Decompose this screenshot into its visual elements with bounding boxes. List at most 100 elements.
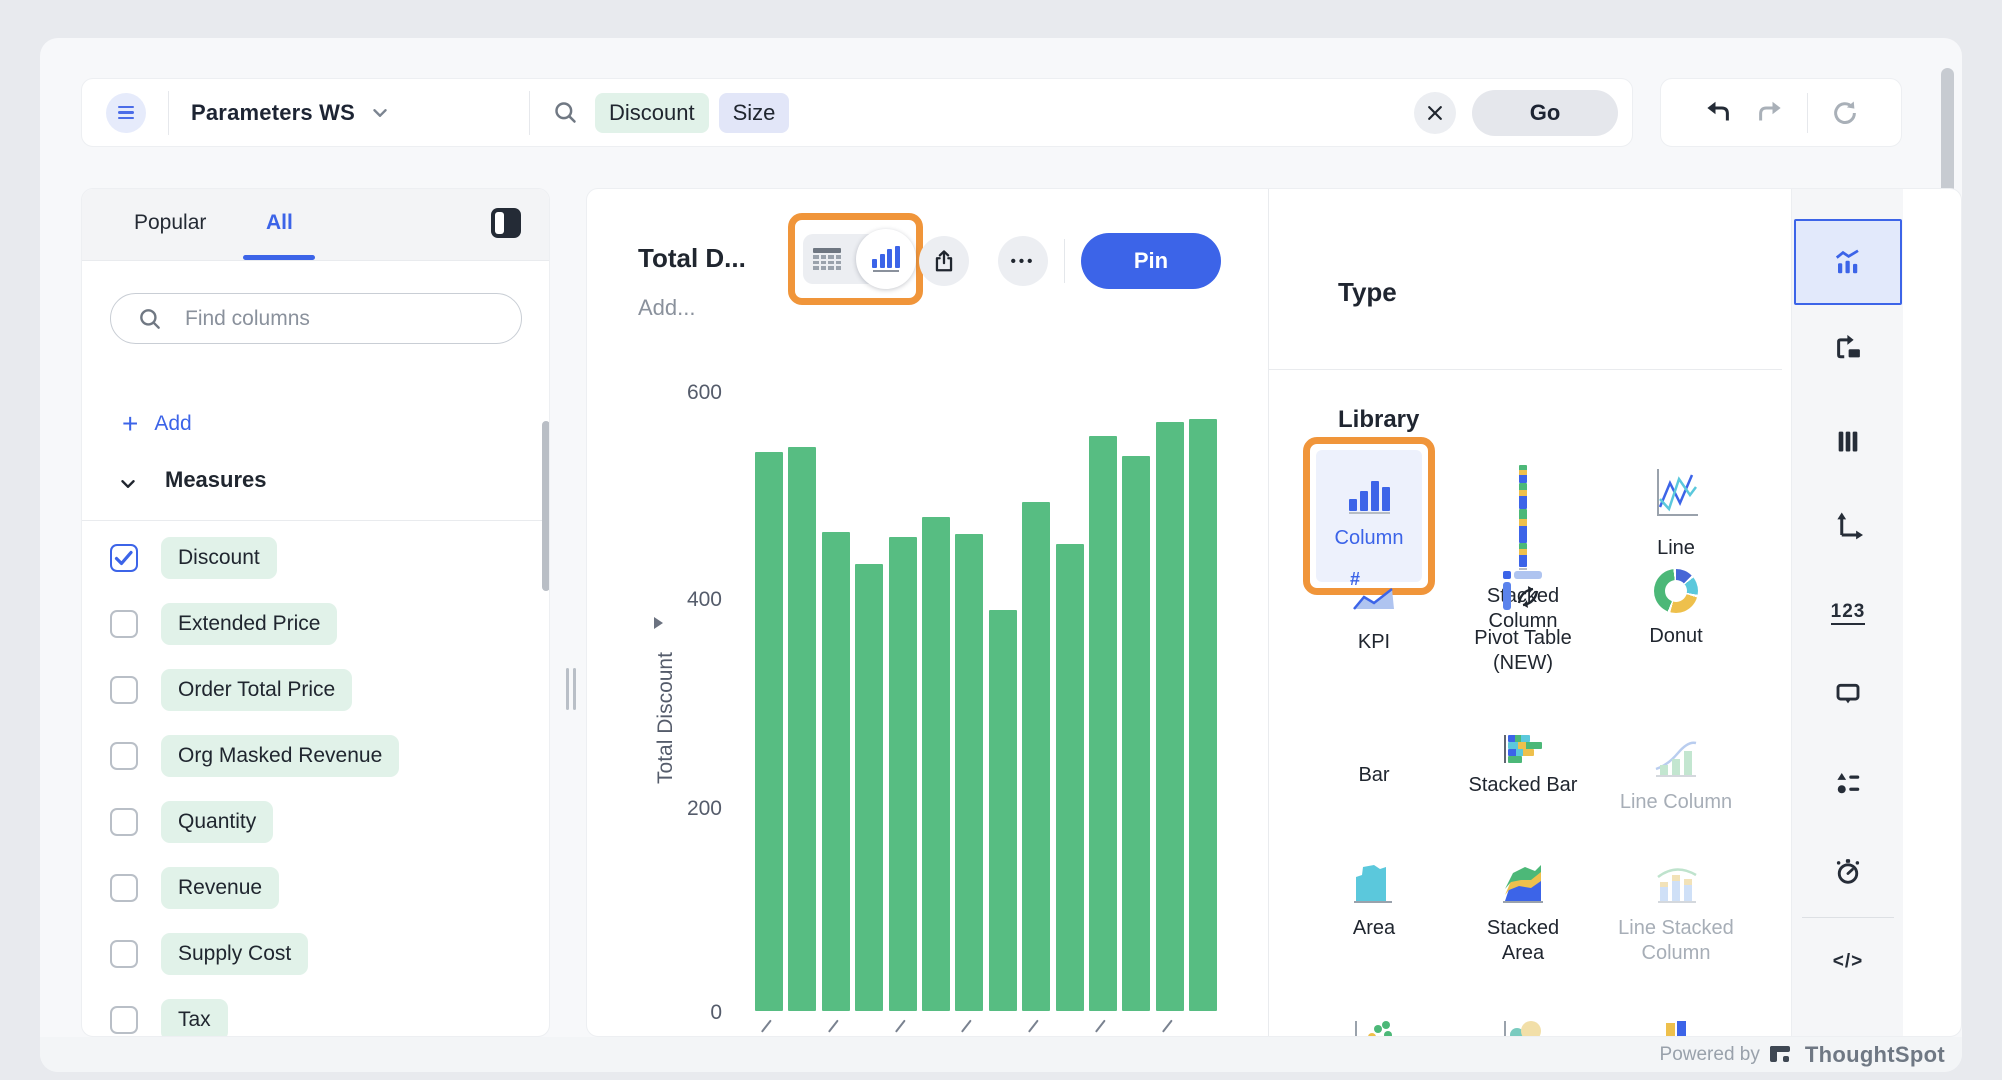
search-token-size[interactable]: Size xyxy=(719,93,790,133)
tab-popular[interactable]: Popular xyxy=(134,211,206,235)
pin-button[interactable]: Pin xyxy=(1081,233,1221,289)
bar[interactable] xyxy=(1122,456,1150,1011)
checkbox-unchecked[interactable] xyxy=(110,1006,138,1034)
divider xyxy=(529,91,530,135)
ellipsis-icon: ••• xyxy=(1011,253,1036,270)
more-options-button[interactable]: ••• xyxy=(998,236,1048,286)
bar[interactable] xyxy=(1189,419,1217,1011)
bar[interactable] xyxy=(1056,544,1084,1011)
search-icon xyxy=(137,306,163,332)
library-item-bubble-partial[interactable] xyxy=(1448,1021,1598,1037)
answer-subtitle[interactable]: Add... xyxy=(638,295,695,321)
library-item-line[interactable]: Line xyxy=(1601,465,1751,561)
library-item-stacked-area[interactable]: StackedArea xyxy=(1448,861,1598,966)
rail-axes-button[interactable] xyxy=(1792,482,1904,568)
measure-label[interactable]: Extended Price xyxy=(161,603,337,645)
measure-row: Org Masked Revenue xyxy=(82,730,549,786)
measure-label[interactable]: Tax xyxy=(161,999,228,1037)
app-window: Parameters WS Discount Size Go xyxy=(40,38,1962,1072)
checkbox-unchecked[interactable] xyxy=(110,742,138,770)
library-item-donut[interactable]: Donut xyxy=(1601,569,1751,649)
library-item-line-stacked-column[interactable]: Line StackedColumn xyxy=(1601,861,1751,966)
axis-expand-arrow-icon[interactable] xyxy=(654,617,663,629)
measure-label[interactable]: Revenue xyxy=(161,867,279,909)
share-button[interactable] xyxy=(919,236,969,286)
library-item-line-column[interactable]: Line Column xyxy=(1601,735,1751,815)
bar[interactable] xyxy=(1022,502,1050,1011)
hamburger-menu-button[interactable] xyxy=(106,93,146,133)
bar[interactable] xyxy=(889,537,917,1011)
find-columns-input[interactable]: Find columns xyxy=(110,293,522,344)
checkbox-unchecked[interactable] xyxy=(110,676,138,704)
bar[interactable] xyxy=(989,610,1017,1011)
stacked-bar-chart-icon xyxy=(1504,735,1542,763)
library-item-bar[interactable]: Bar xyxy=(1299,735,1449,788)
rail-swap-axes-button[interactable] xyxy=(1792,305,1904,391)
rail-embed-code-button[interactable]: </> xyxy=(1792,919,1904,1005)
bar[interactable] xyxy=(922,517,950,1011)
redo-button[interactable] xyxy=(1755,98,1785,128)
rail-columns-button[interactable] xyxy=(1792,398,1904,484)
bar[interactable] xyxy=(755,452,783,1011)
chart-view-toggle-selected[interactable] xyxy=(856,229,916,289)
bar[interactable] xyxy=(1156,422,1184,1011)
add-column-button[interactable]: + Add xyxy=(122,411,192,437)
bar[interactable] xyxy=(1089,436,1117,1011)
measure-label[interactable]: Order Total Price xyxy=(161,669,352,711)
checkbox-unchecked[interactable] xyxy=(110,874,138,902)
rail-timer-button[interactable] xyxy=(1792,828,1904,914)
library-item-area[interactable]: Area xyxy=(1299,861,1449,941)
bar[interactable] xyxy=(855,564,883,1011)
measure-label[interactable]: Supply Cost xyxy=(161,933,308,975)
measure-label[interactable]: Org Masked Revenue xyxy=(161,735,399,777)
answer-card: Total D... Add... ••• xyxy=(586,188,1962,1037)
search-token-discount[interactable]: Discount xyxy=(595,93,709,133)
collapse-panel-icon[interactable] xyxy=(491,208,521,238)
rail-chart-config-button[interactable] xyxy=(1794,219,1902,305)
library-item-scatter-partial[interactable] xyxy=(1299,1021,1449,1037)
measure-label[interactable]: Quantity xyxy=(161,801,273,843)
close-icon xyxy=(1425,103,1445,123)
bar[interactable] xyxy=(788,447,816,1011)
bar[interactable] xyxy=(955,534,983,1011)
rail-tooltip-button[interactable] xyxy=(1792,651,1904,737)
undo-button[interactable] xyxy=(1703,98,1733,128)
clear-search-button[interactable] xyxy=(1414,92,1456,134)
library-item-column[interactable]: Column xyxy=(1316,450,1422,582)
data-panel-header: Popular All xyxy=(82,189,549,261)
powered-by-label: Powered by xyxy=(1660,1044,1760,1066)
y-tick-200: 200 xyxy=(627,797,722,821)
bar[interactable] xyxy=(822,532,850,1011)
tab-all[interactable]: All xyxy=(266,211,293,235)
rail-number-format-button[interactable]: 123 xyxy=(1792,570,1904,656)
library-item-kpi[interactable]: # KPI xyxy=(1299,569,1449,655)
sidebar-scrollbar[interactable] xyxy=(542,421,550,591)
library-item-column-partial[interactable] xyxy=(1601,1021,1751,1037)
rail-legend-button[interactable] xyxy=(1792,740,1904,826)
measures-section-header[interactable]: Measures xyxy=(82,457,549,519)
search-icon xyxy=(552,99,579,126)
go-button[interactable]: Go xyxy=(1472,90,1618,136)
checkbox-unchecked[interactable] xyxy=(110,808,138,836)
panel-resize-handle[interactable] xyxy=(566,668,578,710)
search-input-area[interactable]: Discount Size xyxy=(552,93,1414,133)
measure-label[interactable]: Discount xyxy=(161,537,277,579)
stacked-area-chart-icon xyxy=(1497,861,1549,912)
search-bar: Parameters WS Discount Size Go xyxy=(81,78,1633,147)
view-toggle[interactable] xyxy=(803,234,908,284)
reset-button[interactable] xyxy=(1830,98,1860,128)
answer-title[interactable]: Total D... xyxy=(638,243,746,274)
svg-text:#: # xyxy=(1350,569,1360,589)
rail-globe-button[interactable] xyxy=(1792,1009,1904,1037)
y-axis-label[interactable]: Total Discount xyxy=(654,652,678,784)
measure-row: Revenue xyxy=(82,862,549,918)
library-item-pivot-table[interactable]: Pivot Table(NEW) xyxy=(1448,569,1598,676)
table-view-icon[interactable] xyxy=(813,248,841,270)
checkbox-checked[interactable] xyxy=(110,544,138,572)
checkbox-unchecked[interactable] xyxy=(110,610,138,638)
chevron-down-icon[interactable] xyxy=(369,102,391,124)
kpi-icon: # xyxy=(1348,569,1400,617)
checkbox-unchecked[interactable] xyxy=(110,940,138,968)
workspace-selector[interactable]: Parameters WS xyxy=(191,100,355,126)
library-item-stacked-bar[interactable]: Stacked Bar xyxy=(1448,735,1598,798)
